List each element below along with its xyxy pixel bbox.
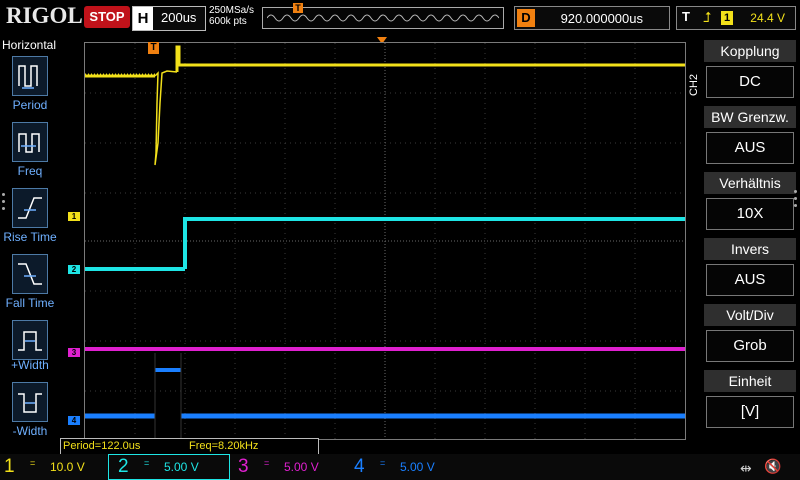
memory-waveform-preview (267, 14, 499, 22)
measurement-bar: Period=122.0us Freq=8.20kHz (60, 438, 319, 455)
probe-ratio-title: Verhältnis (704, 172, 796, 194)
freq-button[interactable] (12, 122, 48, 162)
ch3-status[interactable]: 3 = 5.00 V (234, 454, 350, 480)
trigger-source: 1 (721, 11, 733, 25)
invert-value: AUS (706, 264, 794, 296)
scroll-dots-icon (2, 193, 8, 214)
rise-time-icon (18, 197, 42, 219)
ch4-level-marker[interactable]: 4 (68, 416, 80, 425)
period-button[interactable] (12, 56, 48, 96)
rise-time-label: Rise Time (3, 230, 57, 244)
waveform-display[interactable] (84, 42, 686, 440)
volt-div-value: Grob (706, 330, 794, 362)
waveform-graticule (85, 43, 685, 439)
memory-trigger-marker: T (293, 3, 303, 13)
ch3-number: 3 (238, 456, 249, 477)
coupling-value: DC (706, 66, 794, 98)
menu-channel-indicator: CH2 (686, 60, 700, 100)
horizontal-timebase[interactable]: H 200us (132, 6, 206, 31)
ch1-scale: 10.0 V (50, 460, 85, 474)
rigol-logo: RIGOL (6, 3, 83, 28)
period-label: Period (12, 98, 48, 112)
unit-menu-item[interactable]: Einheit [V] (704, 370, 796, 430)
neg-width-label: -Width (12, 424, 48, 438)
trigger-level: 24.4 V (750, 11, 785, 25)
neg-width-icon (18, 393, 42, 413)
bw-limit-menu-item[interactable]: BW Grenzw. AUS (704, 106, 796, 166)
ch3-scale: 5.00 V (284, 460, 319, 474)
ch2-number: 2 (118, 456, 129, 477)
ch3-level-marker[interactable]: 3 (68, 348, 80, 357)
channel-status-bar: 1 = 10.0 V 2 = 5.00 V 3 = 5.00 V 4 = 5.0… (0, 454, 800, 480)
rising-edge-icon: ⮥ (703, 9, 712, 25)
ch4-trace (85, 353, 685, 439)
ch1-number: 1 (4, 456, 15, 477)
freq-icon (18, 133, 40, 153)
delay-value: 920.000000us (560, 11, 643, 26)
ch4-number: 4 (354, 456, 365, 477)
coupling-menu-item[interactable]: Kopplung DC (704, 40, 796, 100)
volt-div-title: Volt/Div (704, 304, 796, 326)
memory-overview[interactable]: T (262, 3, 504, 29)
dc-coupling-icon: = (380, 458, 386, 468)
invert-menu-item[interactable]: Invers AUS (704, 238, 796, 298)
delay-label: D (517, 9, 535, 27)
timebase-value: 200us (161, 10, 197, 25)
coupling-title: Kopplung (704, 40, 796, 62)
timebase-label: H (133, 7, 153, 30)
probe-ratio-menu-item[interactable]: Verhältnis 10X (704, 172, 796, 232)
neg-width-button[interactable] (12, 382, 48, 422)
dc-coupling-icon: = (264, 458, 270, 468)
acquisition-info: 250MSa/s 600k pts (209, 5, 254, 27)
pos-width-button[interactable] (12, 320, 48, 360)
unit-value: [V] (706, 396, 794, 428)
menu-channel-label: CH2 (688, 73, 700, 96)
speaker-muted-icon[interactable]: 🔇 (764, 458, 781, 475)
period-measurement: Period=122.0us (63, 440, 141, 452)
pos-width-icon (18, 331, 42, 351)
fall-time-label: Fall Time (5, 296, 55, 310)
ch2-status[interactable]: 2 = 5.00 V (114, 454, 230, 480)
unit-title: Einheit (704, 370, 796, 392)
pos-width-label: +Width (11, 358, 49, 372)
measure-menu: Horizontal Period Freq Rise Time Fall Ti… (0, 36, 60, 454)
bw-limit-title: BW Grenzw. (704, 106, 796, 128)
freq-measurement: Freq=8.20kHz (189, 440, 259, 452)
ch1-status[interactable]: 1 = 10.0 V (0, 454, 108, 480)
run-stop-status[interactable]: STOP (84, 6, 130, 28)
fall-time-icon (18, 263, 42, 285)
invert-title: Invers (704, 238, 796, 260)
usb-icon: ⇹ (740, 460, 752, 476)
sample-rate: 250MSa/s (209, 5, 255, 16)
trigger-delay[interactable]: D 920.000000us (514, 6, 670, 30)
dc-coupling-icon: = (144, 458, 150, 468)
bw-limit-value: AUS (706, 132, 794, 164)
trigger-time-marker: T (148, 42, 159, 54)
ch1-level-marker[interactable]: 1 (68, 212, 80, 221)
period-icon (18, 65, 38, 89)
ch4-scale: 5.00 V (400, 460, 435, 474)
fall-time-button[interactable] (12, 254, 48, 294)
probe-ratio-value: 10X (706, 198, 794, 230)
ch2-scale: 5.00 V (164, 460, 199, 474)
measure-menu-title: Horizontal (2, 38, 57, 52)
freq-label: Freq (17, 164, 43, 178)
top-status-bar: RIGOL STOP H 200us 250MSa/s 600k pts T D… (0, 0, 800, 36)
trigger-settings[interactable]: T ⮥ 1 24.4 V (676, 6, 796, 30)
ch4-status[interactable]: 4 = 5.00 V (350, 454, 466, 480)
rise-time-button[interactable] (12, 188, 48, 228)
memory-depth: 600k pts (209, 16, 247, 27)
scroll-dots-icon (794, 190, 798, 211)
dc-coupling-icon: = (30, 458, 36, 468)
trigger-label: T (682, 9, 690, 24)
volt-div-menu-item[interactable]: Volt/Div Grob (704, 304, 796, 364)
channel-menu: Kopplung DC BW Grenzw. AUS Verhältnis 10… (700, 36, 800, 454)
ch2-level-marker[interactable]: 2 (68, 265, 80, 274)
